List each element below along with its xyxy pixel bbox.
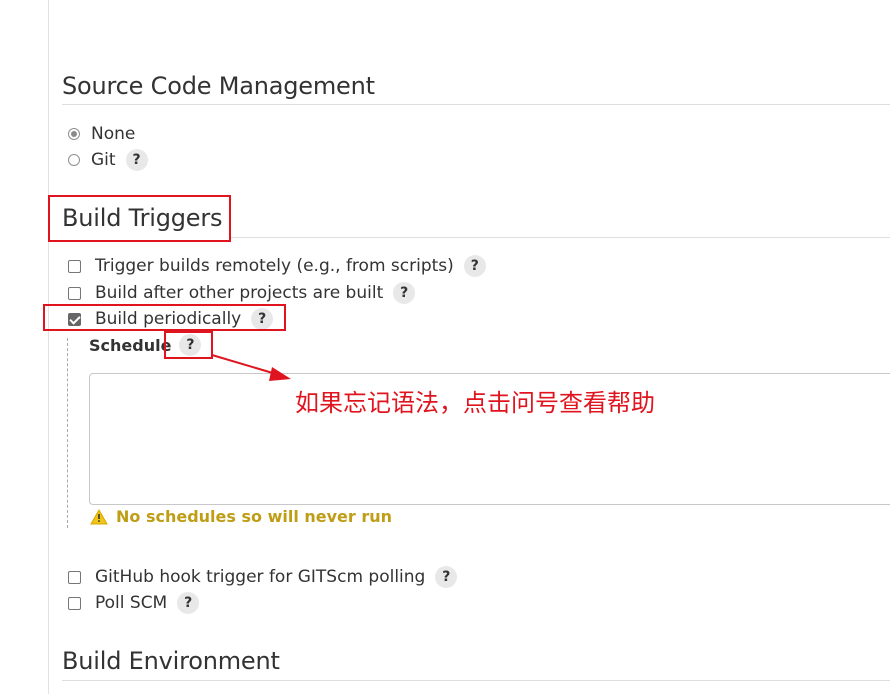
github-hook-checkbox[interactable]	[68, 570, 81, 584]
poll-scm-help-icon[interactable]: ?	[177, 592, 200, 614]
github-hook-label: GitHub hook trigger for GITScm polling	[95, 567, 426, 587]
github-hook-item[interactable]: GitHub hook trigger for GITScm polling ?	[68, 566, 458, 588]
poll-scm-label: Poll SCM	[95, 593, 168, 613]
warning-text: No schedules so will never run	[116, 507, 393, 526]
schedule-warning: No schedules so will never run	[90, 507, 392, 526]
build-environment-title: Build Environment	[62, 647, 280, 675]
poll-scm-item[interactable]: Poll SCM ?	[68, 592, 200, 614]
poll-scm-checkbox[interactable]	[68, 596, 81, 610]
github-hook-help-icon[interactable]: ?	[435, 566, 458, 588]
annotation-text: 如果忘记语法，点击问号查看帮助	[295, 389, 655, 417]
annotation-arrow	[211, 354, 291, 381]
environment-divider	[62, 680, 890, 681]
warning-icon	[90, 508, 108, 524]
